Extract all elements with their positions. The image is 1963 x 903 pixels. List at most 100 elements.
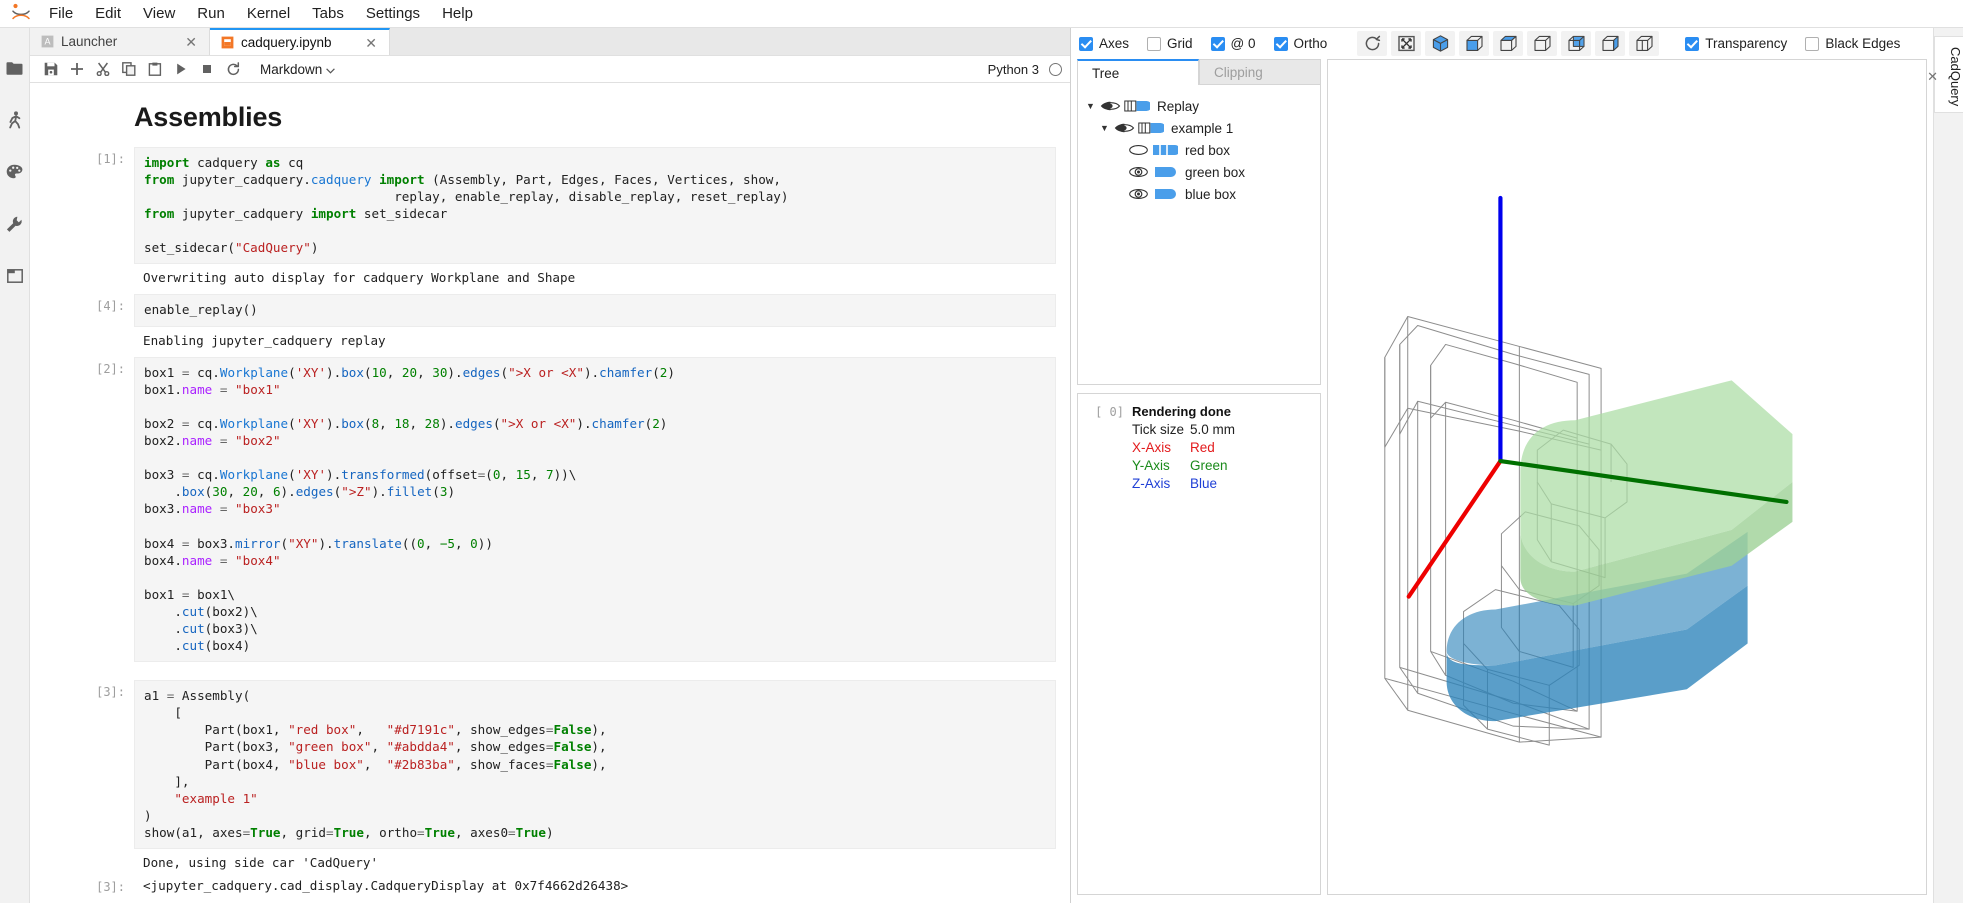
notebook-cell[interactable]: [3]: a1 = Assembly( [ Part(box1, "red bo…: [30, 662, 1070, 876]
wrench-icon[interactable]: [0, 198, 30, 250]
running-terminals-icon[interactable]: [0, 94, 30, 146]
grid-checkbox-box[interactable]: [1147, 36, 1162, 51]
eye-half-icon[interactable]: [1111, 122, 1137, 134]
black-edges-checkbox-label: Black Edges: [1825, 36, 1901, 51]
sidecar-vertical-tab[interactable]: CadQuery ✕: [1927, 36, 1963, 114]
tree-row-green-box[interactable]: green box: [1084, 161, 1314, 183]
view-front-button[interactable]: [1459, 31, 1490, 56]
tree-label-replay: Replay: [1157, 98, 1200, 114]
code-input-area[interactable]: a1 = Assembly( [ Part(box1, "red box", "…: [134, 680, 1056, 850]
eye-off-icon[interactable]: [1125, 144, 1151, 156]
view-rear-button[interactable]: [1493, 31, 1524, 56]
info-z-axis-key: Z-Axis: [1132, 476, 1171, 491]
fit-view-button[interactable]: [1391, 31, 1422, 56]
cell-type-select[interactable]: Markdown: [260, 62, 336, 77]
shape-edges-icon[interactable]: [1151, 144, 1179, 156]
notebook-scroll-area[interactable]: Assemblies [1]: import cadquery as cq fr…: [30, 83, 1070, 903]
axes-checkbox-box[interactable]: [1079, 36, 1093, 51]
view-iso-button[interactable]: [1425, 31, 1456, 56]
axes0-checkbox-box[interactable]: [1210, 36, 1225, 51]
paste-cell-button[interactable]: [142, 57, 168, 81]
shape-solid-icon[interactable]: [1151, 188, 1179, 200]
kernel-status-indicator[interactable]: [1049, 62, 1062, 76]
tab-cadquery-notebook[interactable]: cadquery.ipynb ✕: [210, 28, 390, 55]
eye-half-icon[interactable]: [1097, 100, 1123, 112]
open-tabs-icon[interactable]: [0, 250, 30, 302]
info-y-axis-key: Y-Axis: [1132, 458, 1170, 473]
axes0-checkbox[interactable]: @ 0: [1210, 36, 1256, 51]
menu-file[interactable]: File: [38, 2, 84, 26]
reset-view-button[interactable]: [1357, 31, 1388, 56]
axes-checkbox[interactable]: Axes: [1079, 36, 1129, 51]
tree-row-red-box[interactable]: red box: [1084, 139, 1314, 161]
view-top-button[interactable]: [1527, 31, 1558, 56]
eye-on-icon[interactable]: [1125, 188, 1151, 200]
cell-output-area: Overwriting auto display for cadquery Wo…: [134, 264, 1056, 291]
menu-run[interactable]: Run: [186, 2, 236, 26]
cad-viewport[interactable]: [1327, 59, 1927, 895]
save-button[interactable]: [38, 57, 64, 81]
notebook-result-row: [3]: <jupyter_cadquery.cad_display.Cadqu…: [30, 875, 1070, 899]
sidecar-close-icon[interactable]: ✕: [1927, 69, 1938, 85]
cell-result-area: <jupyter_cadquery.cad_display.CadqueryDi…: [134, 875, 1056, 899]
caret-down-icon[interactable]: ▼: [1098, 123, 1111, 133]
object-tree-panel[interactable]: ▼ Replay ▼ example 1 red box green box b…: [1077, 85, 1321, 385]
code-source: import cadquery as cq from jupyter_cadqu…: [144, 154, 789, 256]
palette-icon[interactable]: [0, 146, 30, 198]
transparency-checkbox-box[interactable]: [1685, 36, 1700, 51]
black-edges-checkbox-box[interactable]: [1805, 36, 1820, 51]
notebook-cell[interactable]: [4]: enable_replay() Enabling jupyter_ca…: [30, 290, 1070, 353]
page-title: Assemblies: [134, 102, 283, 132]
tab-cadquery-close-icon[interactable]: ✕: [363, 36, 379, 50]
cell-prompt: [4]:: [96, 299, 125, 314]
tree-row-example1[interactable]: ▼ example 1: [1084, 117, 1314, 139]
shape-mixed-icon[interactable]: [1137, 122, 1165, 134]
tab-tree[interactable]: Tree: [1077, 59, 1199, 85]
notebook-cell[interactable]: [2]: box1 = cq.Workplane('XY').box(10, 2…: [30, 353, 1070, 663]
cut-cell-button[interactable]: [90, 57, 116, 81]
tab-launcher-close-icon[interactable]: ✕: [183, 35, 199, 49]
run-cell-button[interactable]: [168, 57, 194, 81]
tree-row-replay[interactable]: ▼ Replay: [1084, 95, 1314, 117]
render-info-panel: [ 0] Rendering done Tick size 5.0 mm X-A…: [1077, 393, 1321, 895]
menu-kernel[interactable]: Kernel: [236, 2, 301, 26]
tree-row-blue-box[interactable]: blue box: [1084, 183, 1314, 205]
menu-help[interactable]: Help: [431, 2, 484, 26]
view-bottom-button[interactable]: [1561, 31, 1592, 56]
notebook-cell[interactable]: [1]: import cadquery as cq from jupyter_…: [30, 143, 1070, 291]
file-browser-icon[interactable]: [0, 42, 30, 94]
code-input-area[interactable]: box1 = cq.Workplane('XY').box(10, 20, 30…: [134, 356, 1056, 663]
menu-edit[interactable]: Edit: [84, 2, 132, 26]
code-input-area[interactable]: import cadquery as cq from jupyter_cadqu…: [134, 146, 1056, 265]
insert-cell-button[interactable]: [64, 57, 90, 81]
black-edges-checkbox[interactable]: Black Edges: [1805, 36, 1900, 51]
ortho-checkbox-box[interactable]: [1273, 36, 1288, 51]
menu-tabs[interactable]: Tabs: [301, 2, 355, 26]
info-z-axis-row: Z-Axis Blue: [1088, 475, 1310, 493]
menu-settings[interactable]: Settings: [355, 2, 431, 26]
tab-clipping[interactable]: Clipping: [1199, 59, 1321, 85]
menu-view[interactable]: View: [132, 2, 186, 26]
caret-down-icon[interactable]: ▼: [1084, 101, 1097, 111]
transparency-checkbox[interactable]: Transparency: [1685, 36, 1787, 51]
info-x-axis-row: X-Axis Red: [1088, 439, 1310, 457]
ortho-checkbox[interactable]: Ortho: [1273, 36, 1327, 51]
code-source: a1 = Assembly( [ Part(box1, "red box", "…: [144, 688, 607, 840]
code-input-area[interactable]: enable_replay(): [134, 294, 1056, 327]
markdown-cell-title[interactable]: Assemblies: [30, 91, 1070, 143]
tab-launcher[interactable]: A Launcher ✕: [30, 28, 210, 55]
shape-mixed-icon[interactable]: [1123, 100, 1151, 112]
cell-prompt: [2]:: [96, 361, 125, 376]
shape-solid-icon[interactable]: [1151, 166, 1179, 178]
jupyterlab-window: File Edit View Run Kernel Tabs Settings …: [0, 0, 1963, 903]
view-left-button[interactable]: [1595, 31, 1626, 56]
copy-cell-button[interactable]: [116, 57, 142, 81]
tree-label-green-box: green box: [1185, 164, 1246, 180]
restart-kernel-button[interactable]: [220, 57, 246, 81]
view-right-button[interactable]: [1629, 31, 1660, 56]
grid-checkbox[interactable]: Grid: [1147, 36, 1193, 51]
svg-text:A: A: [44, 37, 50, 47]
eye-on-icon[interactable]: [1125, 166, 1151, 178]
interrupt-kernel-button[interactable]: [194, 57, 220, 81]
kernel-name-label[interactable]: Python 3: [988, 62, 1039, 77]
